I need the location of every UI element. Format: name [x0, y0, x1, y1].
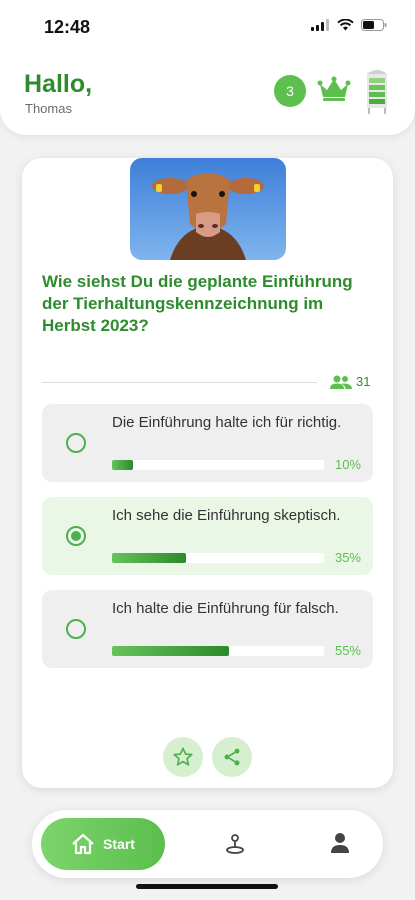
people-icon	[330, 375, 352, 389]
option-percent: 35%	[334, 550, 361, 565]
status-bar: 12:48	[0, 0, 415, 50]
participants-count: 31	[330, 374, 370, 389]
radio-button[interactable]	[66, 619, 86, 639]
star-icon	[173, 747, 193, 766]
header: 12:48 Hallo, Thomas 3	[0, 0, 415, 135]
wifi-icon	[337, 19, 354, 31]
map-pin-icon[interactable]	[223, 832, 247, 856]
nav-start-label: Start	[103, 836, 135, 852]
result-bar	[112, 553, 324, 563]
nav-start-button[interactable]: Start	[41, 818, 165, 870]
silo-icon[interactable]	[364, 66, 390, 114]
status-time: 12:48	[44, 17, 91, 37]
level-badge[interactable]: 3	[274, 75, 306, 107]
participants-number: 31	[356, 374, 371, 389]
result-bar-fill	[112, 460, 134, 470]
divider	[42, 382, 317, 383]
option-percent: 55%	[334, 643, 361, 658]
profile-icon[interactable]	[330, 832, 350, 854]
home-icon	[72, 833, 94, 855]
share-button[interactable]	[212, 737, 252, 777]
radio-button[interactable]	[66, 526, 86, 546]
result-bar-fill	[112, 553, 187, 563]
crown-icon[interactable]	[317, 76, 351, 102]
poll-option[interactable]: Ich halte die Einführung für falsch. 55%	[42, 590, 373, 668]
bottom-nav: Start	[32, 810, 383, 878]
poll-question: Wie siehst Du die geplante Einführung de…	[42, 272, 353, 335]
favorite-button[interactable]	[163, 737, 203, 777]
status-icons	[311, 19, 387, 31]
radio-button[interactable]	[66, 433, 86, 453]
signal-icon	[311, 19, 329, 31]
share-icon	[224, 748, 240, 766]
result-bar	[112, 460, 324, 470]
option-percent: 10%	[334, 457, 361, 472]
battery-icon	[361, 19, 387, 31]
poll-card: Wie siehst Du die geplante Einführung de…	[22, 158, 393, 788]
user-name: Thomas	[25, 101, 72, 116]
poll-option[interactable]: Die Einführung halte ich für richtig. 10…	[42, 404, 373, 482]
option-label: Ich sehe die Einführung skeptisch.	[112, 507, 341, 524]
option-label: Die Einführung halte ich für richtig.	[112, 414, 342, 431]
result-bar	[112, 646, 324, 656]
poll-option[interactable]: Ich sehe die Einführung skeptisch. 35%	[42, 497, 373, 575]
result-bar-fill	[112, 646, 229, 656]
cow-image	[130, 158, 286, 260]
home-indicator	[136, 884, 278, 889]
greeting-title: Hallo,	[24, 70, 93, 98]
option-label: Ich halte die Einführung für falsch.	[112, 600, 339, 617]
